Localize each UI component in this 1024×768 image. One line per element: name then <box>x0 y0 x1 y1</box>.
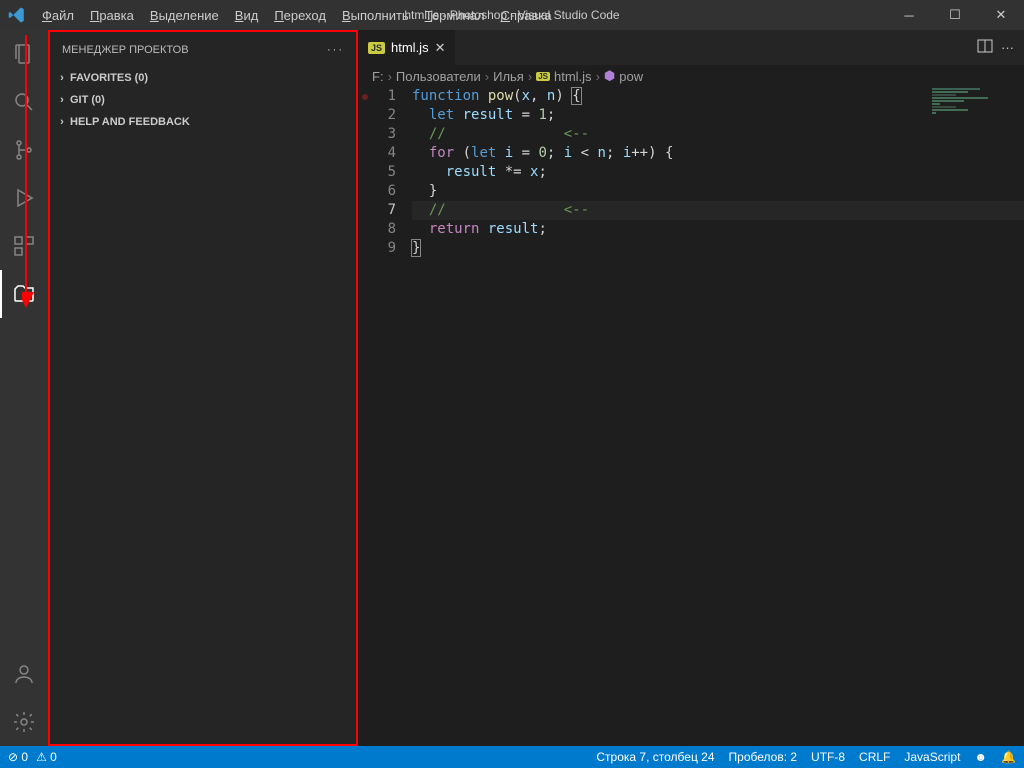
project-manager-icon[interactable] <box>0 270 48 318</box>
statusbar: ⊘ 0 ⚠ 0 Строка 7, столбец 24 Пробелов: 2 UT… <box>0 746 1024 768</box>
breadcrumb-item[interactable]: pow <box>619 69 643 84</box>
bell-icon[interactable]: 🔔 <box>1001 750 1016 764</box>
menu-Правка[interactable]: Правка <box>82 4 142 27</box>
window-title: html.js - Photoshop - Visual Studio Code <box>404 8 619 22</box>
status-item[interactable]: Пробелов: 2 <box>729 750 798 764</box>
symbol-icon: ⬢ <box>604 68 615 84</box>
sidebar-section[interactable]: ›GIT (0) <box>50 89 356 111</box>
extensions-icon[interactable] <box>0 222 48 270</box>
settings-gear-icon[interactable] <box>0 698 48 746</box>
sidebar-panel: МЕНЕДЖЕР ПРОЕКТОВ ··· ›FAVORITES (0)›GIT… <box>48 30 358 746</box>
source-control-icon[interactable] <box>0 126 48 174</box>
close-tab-icon[interactable]: ✕ <box>435 40 446 56</box>
breadcrumb-drive[interactable]: F: <box>372 69 384 84</box>
code-line[interactable]: } <box>412 239 1024 258</box>
sidebar-section[interactable]: ›FAVORITES (0) <box>50 67 356 89</box>
js-file-icon: JS <box>368 42 385 54</box>
activitybar <box>0 30 48 746</box>
chevron-right-icon: › <box>54 72 70 84</box>
sidebar-more-icon[interactable]: ··· <box>327 44 344 56</box>
status-item[interactable]: ⊘ 0 <box>8 750 28 764</box>
editor-area: JS html.js ✕ ··· F: › Пользователи › Иль… <box>358 30 1024 746</box>
chevron-right-icon: › <box>54 116 70 128</box>
status-item[interactable]: JavaScript <box>904 750 960 764</box>
menu-Вид[interactable]: Вид <box>227 4 267 27</box>
window-controls: ─ ☐ ✕ <box>886 0 1024 30</box>
breakpoint-icon[interactable] <box>362 94 368 100</box>
minimize-button[interactable]: ─ <box>886 0 932 30</box>
status-item[interactable]: Строка 7, столбец 24 <box>596 750 714 764</box>
breadcrumbs[interactable]: F: › Пользователи › Илья › JS html.js › … <box>358 65 1024 87</box>
status-item[interactable]: ⚠ 0 <box>36 750 57 764</box>
code-editor[interactable]: 123456789 function pow(x, n) { let resul… <box>358 87 1024 746</box>
maximize-button[interactable]: ☐ <box>932 0 978 30</box>
menu-Файл[interactable]: Файл <box>34 4 82 27</box>
breadcrumb-item[interactable]: Илья <box>493 69 524 84</box>
search-icon[interactable] <box>0 78 48 126</box>
status-item[interactable]: UTF-8 <box>811 750 845 764</box>
tab-label: html.js <box>391 40 429 55</box>
sidebar-title: МЕНЕДЖЕР ПРОЕКТОВ <box>62 44 189 56</box>
menu-Выделение[interactable]: Выделение <box>142 4 227 27</box>
breadcrumb-item[interactable]: html.js <box>554 69 592 84</box>
code-line[interactable]: // <-- <box>412 201 1024 220</box>
minimap[interactable] <box>932 87 1012 187</box>
sidebar-section[interactable]: ›HELP AND FEEDBACK <box>50 111 356 133</box>
feedback-icon[interactable]: ☻ <box>974 750 987 764</box>
close-button[interactable]: ✕ <box>978 0 1024 30</box>
accounts-icon[interactable] <box>0 650 48 698</box>
menu-Переход[interactable]: Переход <box>266 4 334 27</box>
tabs: JS html.js ✕ ··· <box>358 30 1024 65</box>
split-editor-icon[interactable] <box>977 38 993 57</box>
more-actions-icon[interactable]: ··· <box>1001 40 1014 55</box>
run-debug-icon[interactable] <box>0 174 48 222</box>
line-numbers: 123456789 <box>372 87 412 746</box>
explorer-icon[interactable] <box>0 30 48 78</box>
vscode-icon <box>0 6 34 24</box>
code-line[interactable]: return result; <box>412 220 1024 239</box>
chevron-right-icon: › <box>54 94 70 106</box>
titlebar: ФайлПравкаВыделениеВидПереходВыполнитьТе… <box>0 0 1024 30</box>
breadcrumb-item[interactable]: Пользователи <box>396 69 481 84</box>
tab-html-js[interactable]: JS html.js ✕ <box>358 30 455 65</box>
status-item[interactable]: CRLF <box>859 750 890 764</box>
js-file-icon: JS <box>536 72 550 81</box>
